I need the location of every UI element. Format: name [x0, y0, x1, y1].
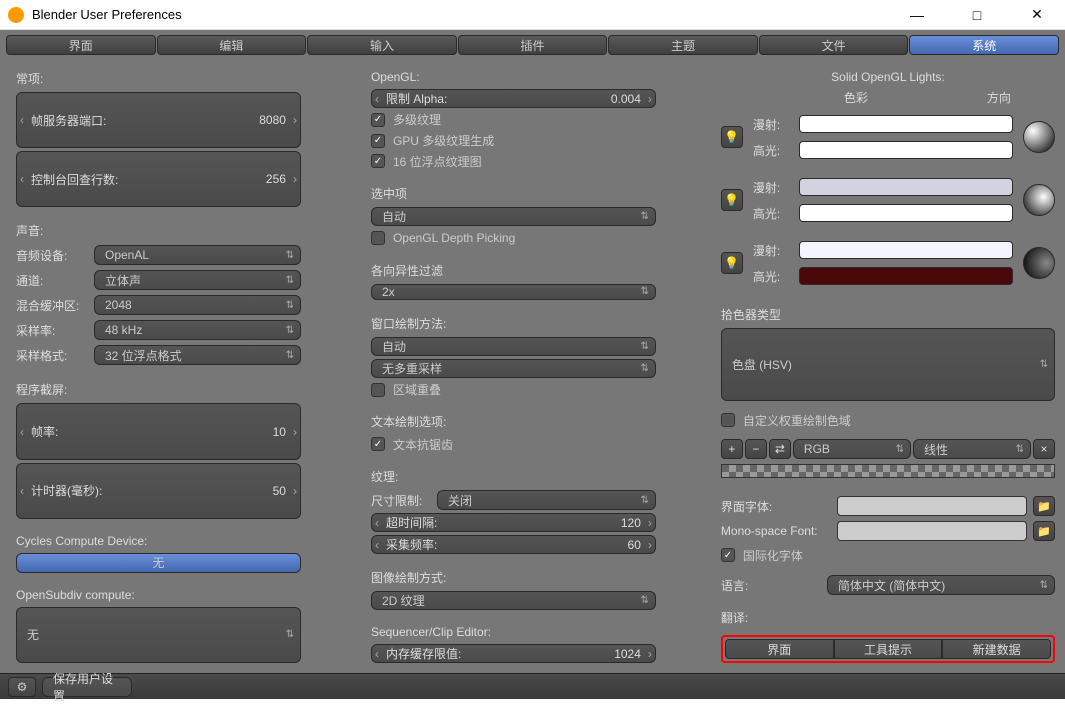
tex-collect[interactable]: 采集频率:60 [371, 535, 656, 554]
hdr-lights: Solid OpenGL Lights: [721, 66, 1055, 86]
light-3-direction[interactable] [1023, 247, 1055, 279]
ramp-add[interactable]: + [721, 439, 743, 459]
sample-format[interactable]: 32 位浮点格式 [94, 345, 301, 365]
light-2-direction[interactable] [1023, 184, 1055, 216]
hdr-general: 常项: [16, 66, 301, 89]
tab-file[interactable]: 文件 [759, 35, 909, 55]
light-1-toggle[interactable] [721, 126, 743, 148]
wrench-icon: ⚙ [17, 680, 28, 694]
content: 界面 编辑 输入 插件 主题 文件 系统 常项: 帧服务器端口:8080 控制台… [0, 30, 1065, 699]
tab-system[interactable]: 系统 [909, 35, 1059, 55]
translate-buttons: 界面 工具提示 新建数据 [721, 635, 1055, 663]
maximize-button[interactable]: □ [957, 5, 997, 25]
chk-region-overlap[interactable] [371, 383, 385, 397]
tab-input[interactable]: 输入 [307, 35, 457, 55]
blender-icon [8, 7, 24, 23]
tab-editing[interactable]: 编辑 [157, 35, 307, 55]
sample-rate[interactable]: 48 kHz [94, 320, 301, 340]
ramp-flip[interactable]: ⇄ [769, 439, 791, 459]
editor-type-menu[interactable]: ⚙ [8, 677, 36, 697]
language[interactable]: 简体中文 (简体中文) [827, 575, 1055, 595]
minimize-button[interactable]: — [897, 5, 937, 25]
hdr-translate: 翻译: [721, 605, 1055, 628]
ramp-interp[interactable]: 线性 [913, 439, 1031, 459]
chk-intl-fonts[interactable] [721, 548, 735, 562]
chk-depth-picking[interactable] [371, 231, 385, 245]
window-draw-method[interactable]: 自动 [371, 337, 656, 356]
color-ramp[interactable] [721, 464, 1055, 478]
hdr-textures: 纹理: [371, 464, 656, 487]
multisample[interactable]: 无多重采样 [371, 359, 656, 378]
hdr-image-draw: 图像绘制方式: [371, 565, 656, 588]
hdr-selection: 选中项 [371, 181, 656, 204]
light-2-specular[interactable] [799, 204, 1013, 222]
audio-channels[interactable]: 立体声 [94, 270, 301, 290]
screencast-fps[interactable]: 帧率:10 [16, 403, 301, 459]
light-1-specular[interactable] [799, 141, 1013, 159]
image-draw-method[interactable]: 2D 纹理 [371, 591, 656, 610]
memory-cache-limit[interactable]: 内存缓存限值:1024 [371, 644, 656, 663]
console-scrollback[interactable]: 控制台回查行数:256 [16, 151, 301, 207]
mono-font-path[interactable] [837, 521, 1027, 541]
ramp-mode[interactable]: RGB [793, 439, 911, 459]
audio-device[interactable]: OpenAL [94, 245, 301, 265]
col-center: OpenGL: 限制 Alpha:0.004 多级纹理 GPU 多级纹理生成 1… [371, 66, 656, 663]
mix-buffer[interactable]: 2048 [94, 295, 301, 315]
ramp-remove[interactable]: − [745, 439, 767, 459]
translate-tooltips[interactable]: 工具提示 [834, 639, 943, 659]
mono-font-browse[interactable]: 📁 [1033, 521, 1055, 541]
light-3-toggle[interactable] [721, 252, 743, 274]
light-3-specular[interactable] [799, 267, 1013, 285]
close-button[interactable]: ✕ [1017, 5, 1057, 25]
light-2-toggle[interactable] [721, 189, 743, 211]
light-1-diffuse[interactable] [799, 115, 1013, 133]
hdr-aniso: 各向异性过滤 [371, 258, 656, 281]
hdr-screencast: 程序截屏: [16, 377, 301, 400]
hdr-picker: 拾色器类型 [721, 302, 1055, 325]
tabs: 界面 编辑 输入 插件 主题 文件 系统 [0, 30, 1065, 55]
chk-text-aa[interactable] [371, 437, 385, 451]
tex-timeout[interactable]: 超时间隔:120 [371, 513, 656, 532]
save-user-settings[interactable]: 保存用户设置 [42, 677, 132, 697]
chk-mipmap[interactable] [371, 113, 385, 127]
chk-float16[interactable] [371, 154, 385, 168]
opensubdiv-compute[interactable]: 无 [16, 607, 301, 663]
ui-font-browse[interactable]: 📁 [1033, 496, 1055, 516]
ui-font-path[interactable] [837, 496, 1027, 516]
tab-themes[interactable]: 主题 [608, 35, 758, 55]
hdr-opensubdiv: OpenSubdiv compute: [16, 584, 301, 604]
light-3-diffuse[interactable] [799, 241, 1013, 259]
color-picker-type[interactable]: 色盘 (HSV) [721, 328, 1055, 401]
hdr-text-draw: 文本绘制选项: [371, 409, 656, 432]
translate-newdata[interactable]: 新建数据 [942, 639, 1051, 659]
hdr-sound: 声音: [16, 218, 301, 241]
window-title: Blender User Preferences [32, 7, 182, 22]
tab-interface[interactable]: 界面 [6, 35, 156, 55]
panel: 常项: 帧服务器端口:8080 控制台回查行数:256 声音: 音频设备:Ope… [0, 58, 1065, 671]
hdr-opengl: OpenGL: [371, 66, 656, 86]
translate-interface[interactable]: 界面 [725, 639, 834, 659]
hdr-sequencer: Sequencer/Clip Editor: [371, 621, 656, 641]
screencast-wait[interactable]: 计时器(毫秒):50 [16, 463, 301, 519]
anisotropic[interactable]: 2x [371, 284, 656, 300]
frame-server-port[interactable]: 帧服务器端口:8080 [16, 92, 301, 148]
bottom-bar: ⚙ 保存用户设置 [0, 673, 1065, 699]
limit-alpha[interactable]: 限制 Alpha:0.004 [371, 89, 656, 108]
tab-addons[interactable]: 插件 [458, 35, 608, 55]
col-right: Solid OpenGL Lights: 色彩方向 漫射: 高光: 漫射: 高光… [721, 66, 1055, 663]
light-1-direction[interactable] [1023, 121, 1055, 153]
chk-gpu-mipmap[interactable] [371, 134, 385, 148]
tex-size-limit[interactable]: 关闭 [437, 490, 656, 510]
hdr-window-draw: 窗口绘制方法: [371, 311, 656, 334]
ramp-delete[interactable]: × [1033, 439, 1055, 459]
light-2-diffuse[interactable] [799, 178, 1013, 196]
cycles-device[interactable]: 无 [16, 553, 301, 573]
hdr-cycles: Cycles Compute Device: [16, 530, 301, 550]
chk-custom-weight[interactable] [721, 413, 735, 427]
titlebar: Blender User Preferences — □ ✕ [0, 0, 1065, 30]
selection-method[interactable]: 自动 [371, 207, 656, 226]
col-left: 常项: 帧服务器端口:8080 控制台回查行数:256 声音: 音频设备:Ope… [16, 66, 301, 663]
